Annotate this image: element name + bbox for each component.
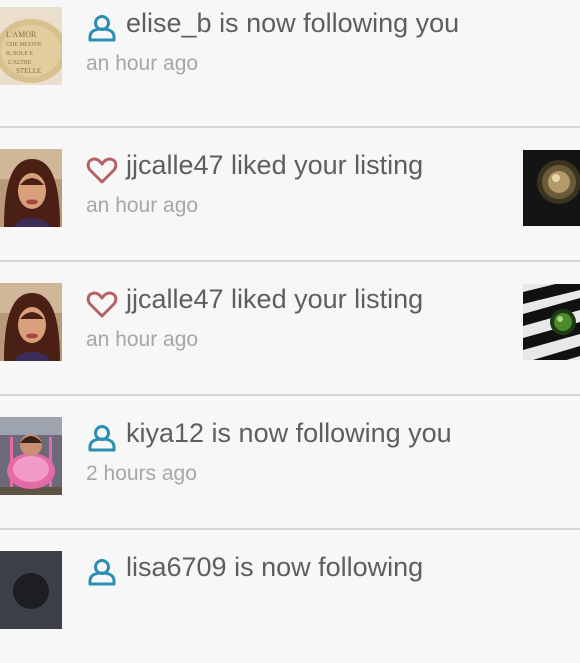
avatar-user-photo bbox=[0, 283, 62, 361]
avatar[interactable] bbox=[0, 417, 62, 495]
listing-thumbnail[interactable] bbox=[523, 284, 580, 360]
heart-icon bbox=[86, 290, 118, 318]
listing-image bbox=[523, 150, 580, 226]
notification-time: 2 hours ago bbox=[86, 462, 197, 485]
person-icon bbox=[86, 558, 118, 586]
listing-image bbox=[523, 284, 580, 360]
listing-thumbnail[interactable] bbox=[523, 150, 580, 226]
svg-text:STELLE: STELLE bbox=[16, 67, 41, 75]
notification-title: jjcalle47 liked your listing bbox=[126, 150, 424, 180]
svg-text:CHE MUOVE: CHE MUOVE bbox=[6, 42, 42, 48]
notification-time: an hour ago bbox=[86, 328, 199, 351]
svg-text:L'AMOR: L'AMOR bbox=[6, 30, 37, 39]
notification-time: an hour ago bbox=[86, 52, 199, 75]
avatar[interactable] bbox=[0, 551, 62, 629]
notification-title: lisa6709 is now following bbox=[126, 552, 424, 582]
avatar[interactable] bbox=[0, 283, 62, 361]
notification-time: an hour ago bbox=[86, 194, 199, 217]
notification-row[interactable]: kiya12 is now following you 2 hours ago bbox=[0, 396, 580, 529]
notification-title: elise_b is now following you bbox=[126, 8, 460, 38]
heart-icon bbox=[86, 156, 118, 184]
notification-row[interactable]: jjcalle47 liked your listing an hour ago bbox=[0, 262, 580, 395]
notification-title: jjcalle47 liked your listing bbox=[126, 284, 424, 314]
notification-row[interactable]: L'AMOR CHE MUOVE IL SOLE E L'ALTRE STELL… bbox=[0, 0, 580, 119]
person-icon bbox=[86, 424, 118, 452]
notification-feed: L'AMOR CHE MUOVE IL SOLE E L'ALTRE STELL… bbox=[0, 0, 580, 629]
svg-text:IL SOLE E: IL SOLE E bbox=[6, 51, 33, 57]
svg-text:L'ALTRE: L'ALTRE bbox=[8, 60, 32, 66]
avatar-user-photo bbox=[0, 551, 62, 629]
avatar[interactable]: L'AMOR CHE MUOVE IL SOLE E L'ALTRE STELL… bbox=[0, 7, 62, 85]
avatar-user-photo bbox=[0, 417, 62, 495]
avatar-user-photo bbox=[0, 149, 62, 227]
avatar[interactable] bbox=[0, 149, 62, 227]
notification-row[interactable]: jjcalle47 liked your listing an hour ago bbox=[0, 128, 580, 261]
notification-row[interactable]: lisa6709 is now following bbox=[0, 530, 580, 663]
notification-title: kiya12 is now following you bbox=[126, 418, 452, 448]
person-icon bbox=[86, 14, 118, 42]
avatar-pendant-image: L'AMOR CHE MUOVE IL SOLE E L'ALTRE STELL… bbox=[0, 7, 62, 85]
